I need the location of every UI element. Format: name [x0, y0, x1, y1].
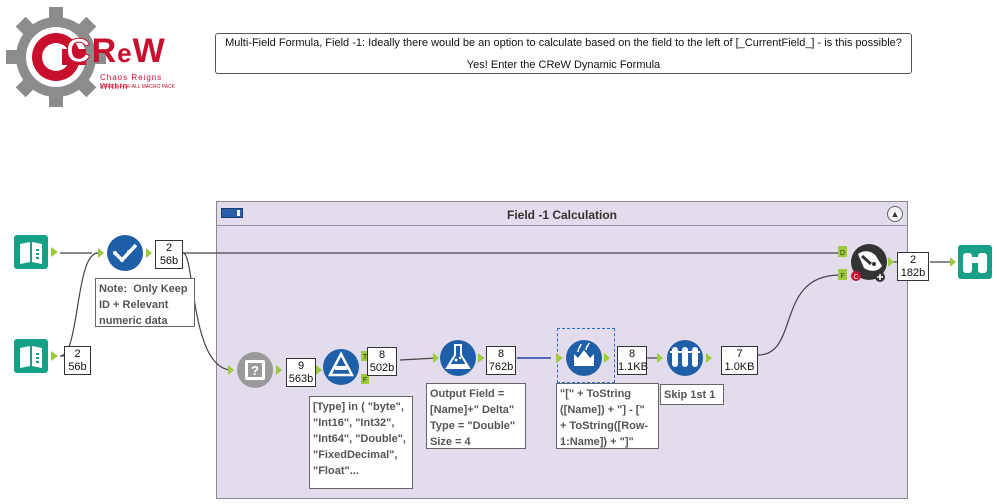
record-count-badge: 2 56b: [64, 346, 91, 375]
comment-line-1: Multi-Field Formula, Field -1: Ideally t…: [225, 37, 902, 49]
svg-text:?: ?: [251, 363, 259, 378]
annotation-dynamic-formula: "[" + ToString ([Name]) + "] - [" + ToSt…: [556, 383, 659, 449]
comment-line-2: Yes! Enter the CReW Dynamic Formula: [466, 59, 661, 71]
input-tool-2[interactable]: [14, 339, 64, 375]
filter-false-anchor[interactable]: F: [363, 377, 367, 384]
container-title: Field -1 Calculation: [506, 208, 617, 222]
browse-tool[interactable]: [950, 245, 994, 281]
record-count-badge: 8 502b: [367, 347, 397, 376]
input-tool-1[interactable]: [14, 235, 64, 271]
dynamic-formula-icon: [556, 340, 610, 376]
filter-triangle-icon: T F: [316, 349, 369, 385]
formula-tool[interactable]: [431, 338, 487, 378]
append-fields-tool[interactable]: D F C: [838, 242, 898, 284]
binoculars-icon: [950, 245, 992, 279]
annotation-select: Note: Only Keep ID + Relevant numeric da…: [95, 278, 195, 327]
record-count-badge: 8 762b: [486, 346, 516, 375]
logo-letters: CReW: [66, 32, 166, 71]
crew-logo: CReW Chaos Reigns Within A FREE-FOR-ALL …: [4, 6, 184, 108]
record-count-badge: 7 1.0KB: [721, 346, 758, 375]
sample-skip-tool[interactable]: [655, 338, 715, 378]
filter-tool[interactable]: T F: [314, 341, 370, 387]
flask-formula-icon: [433, 340, 484, 376]
annotation-formula: Output Field = [Name]+" Delta" Type = "D…: [426, 383, 526, 449]
join-d-anchor[interactable]: D: [840, 250, 845, 257]
container-header[interactable]: Field -1 Calculation ▲: [217, 202, 907, 226]
annotation-filter: [Type] in ( "byte", "Int16", "Int32", "I…: [309, 396, 413, 489]
book-input-icon: [14, 235, 58, 269]
collapse-icon[interactable]: ▲: [887, 206, 903, 222]
record-count-badge: 9 563b: [286, 358, 316, 387]
join-f-anchor[interactable]: F: [840, 273, 844, 280]
logo-subtagline: A FREE-FOR-ALL MACRO PACK: [100, 84, 176, 90]
test-tubes-icon: [657, 340, 712, 376]
record-count-badge: 2 182b: [897, 252, 929, 281]
select-tool[interactable]: [96, 234, 156, 272]
dynamic-formula-tool[interactable]: [556, 328, 615, 383]
record-count-badge: 2 56b: [155, 240, 183, 269]
append-badger-icon: D F C: [838, 244, 894, 282]
checkmark-select-icon: [98, 235, 152, 271]
svg-text:C: C: [853, 274, 858, 281]
record-count-badge: 8 1.1KB: [617, 346, 648, 375]
annotation-skip: Skip 1st 1: [660, 384, 724, 405]
wire-input2-select: [59, 252, 99, 357]
comment-box[interactable]: Multi-Field Formula, Field -1: Ideally t…: [215, 33, 912, 74]
book-input-icon: [14, 339, 58, 373]
question-chip-icon: ?: [228, 352, 282, 388]
autofield-tool[interactable]: ?: [228, 351, 286, 389]
